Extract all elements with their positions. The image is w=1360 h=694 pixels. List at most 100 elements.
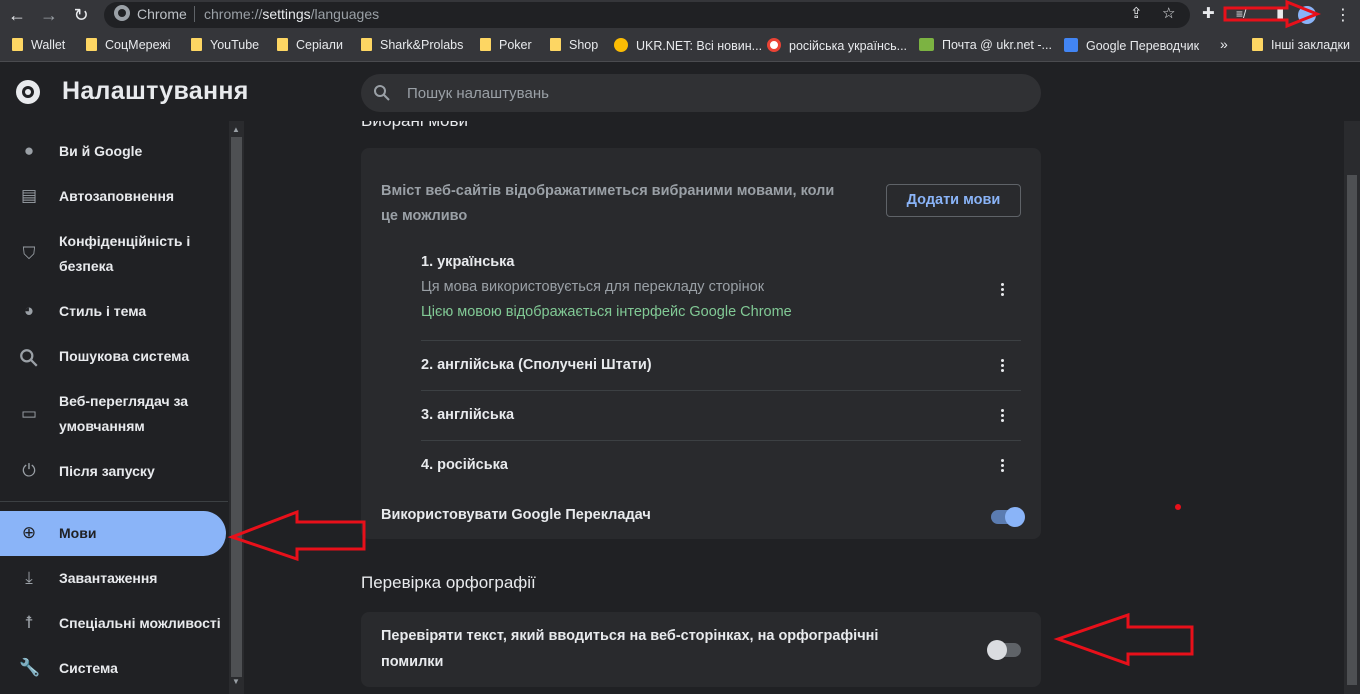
search-icon xyxy=(374,85,390,101)
url-host: settings xyxy=(262,6,311,22)
bookmark-other[interactable]: Інші закладки xyxy=(1252,38,1350,52)
sidebar-item-you-and-google[interactable]: ● Ви й Google xyxy=(0,129,226,174)
url-prefix: chrome:// xyxy=(204,6,263,22)
extensions-icon[interactable]: ✚ xyxy=(1202,4,1215,22)
palette-icon: ◕ xyxy=(23,301,35,320)
profile-avatar[interactable] xyxy=(1298,6,1316,24)
language-name: 1. українська xyxy=(421,254,515,270)
sidebar-item-default-browser[interactable]: ▭ Веб-переглядач за умовчанням xyxy=(0,379,226,449)
spellcheck-toggle[interactable] xyxy=(987,640,1021,660)
language-menu-icon[interactable] xyxy=(999,283,1005,299)
sidebar-item-downloads[interactable]: ⤓ Завантаження xyxy=(0,556,226,601)
sidebar-item-label: Ви й Google xyxy=(59,143,143,159)
sidebar-scrollbar[interactable]: ▲ ▼ xyxy=(229,121,244,694)
mail-icon xyxy=(919,38,934,51)
language-row-ukrainian: 1. українська Ця мова використовується д… xyxy=(421,241,1021,341)
browser-toolbar: ← → ↻ Chrome chrome://settings/languages… xyxy=(0,0,1360,30)
sidebar-item-search-engine[interactable]: Пошукова система xyxy=(0,334,226,379)
language-row-english: 3. англійська xyxy=(421,391,1021,441)
bookmark-serialy[interactable]: Серіали xyxy=(277,38,343,52)
bookmark-sharkprolabs[interactable]: Shark&Prolabs xyxy=(361,38,463,52)
forward-arrow-icon[interactable]: → xyxy=(37,3,61,27)
folder-icon xyxy=(86,38,97,51)
shield-icon: ⛉ xyxy=(22,244,36,263)
bookmark-label: YouTube xyxy=(210,38,260,52)
sidebar-item-label: Автозаповнення xyxy=(59,188,175,204)
sidebar-item-label: Конфіденційність і xyxy=(59,233,191,249)
language-ui-note: Цією мовою відображається інтерфейс Goog… xyxy=(421,304,792,320)
share-icon[interactable]: ⇪ xyxy=(1130,4,1143,22)
more-menu-icon[interactable]: ⋮ xyxy=(1335,5,1351,25)
bookmark-google-search[interactable]: російська українсь... xyxy=(767,38,907,53)
language-name: 3. англійська xyxy=(421,407,515,423)
sidebar-item-label: безпека xyxy=(59,258,114,274)
folder-icon xyxy=(1252,38,1263,51)
chrome-logo-icon xyxy=(16,80,40,104)
scroll-down-arrow-icon[interactable]: ▼ xyxy=(232,677,240,686)
spellcheck-text-line2: помилки xyxy=(381,654,444,670)
sidebar-item-on-startup[interactable]: ⏻ Після запуску xyxy=(0,449,226,494)
star-icon[interactable]: ☆ xyxy=(1162,4,1175,22)
search-placeholder: Пошук налаштувань xyxy=(407,85,549,102)
bookmark-ukrnet[interactable]: UKR.NET: Всі новин... xyxy=(614,38,762,53)
power-icon: ⏻ xyxy=(22,461,36,480)
bookmark-label: російська українсь... xyxy=(789,39,908,53)
settings-header: Налаштування Пошук налаштувань xyxy=(0,63,1360,121)
ukrnet-icon xyxy=(614,38,628,52)
main-scroll-thumb[interactable] xyxy=(1347,175,1357,685)
google-translate-toggle[interactable] xyxy=(991,507,1025,527)
sidebar-icon[interactable]: ▮ xyxy=(1276,4,1284,22)
url-path: /languages xyxy=(310,6,380,22)
site-chip: Chrome xyxy=(137,6,187,22)
scroll-up-arrow-icon[interactable]: ▲ xyxy=(232,125,240,134)
download-icon: ⤓ xyxy=(25,568,33,587)
folder-icon xyxy=(191,38,202,51)
bookmarks-overflow-button[interactable]: » xyxy=(1220,36,1228,52)
url-text[interactable]: chrome://settings/languages xyxy=(204,6,379,22)
sidebar-item-system[interactable]: 🔧 Система xyxy=(0,646,226,691)
bookmark-label: Shop xyxy=(569,38,599,52)
bookmark-poker[interactable]: Poker xyxy=(480,38,532,52)
language-menu-icon[interactable] xyxy=(999,459,1005,475)
back-arrow-icon[interactable]: ← xyxy=(5,3,29,27)
languages-description-line2: це можливо xyxy=(381,208,468,224)
settings-search[interactable]: Пошук налаштувань xyxy=(361,74,1041,112)
bookmark-google-translate[interactable]: Google Переводчик xyxy=(1064,38,1199,53)
settings-sidebar: ● Ви й Google ▤ Автозаповнення ⛉ Конфіде… xyxy=(0,121,244,694)
bookmark-label: Wallet xyxy=(31,38,66,52)
sidebar-divider xyxy=(0,501,228,502)
language-menu-icon[interactable] xyxy=(999,409,1005,425)
folder-icon xyxy=(361,38,372,51)
bookmark-ukrnet-mail[interactable]: Почта @ ukr.net -... xyxy=(919,38,1052,52)
bookmark-label: СоцМережі xyxy=(105,38,171,52)
sidebar-item-label: Стиль і тема xyxy=(59,303,147,319)
bookmark-shop[interactable]: Shop xyxy=(550,38,598,52)
sidebar-item-label: Мови xyxy=(59,525,97,541)
settings-main: Вибрані мови Вміст веб-сайтів відображат… xyxy=(244,121,1344,694)
accessibility-icon: ☨ xyxy=(24,613,34,632)
sidebar-item-autofill[interactable]: ▤ Автозаповнення xyxy=(0,174,226,219)
main-scrollbar[interactable] xyxy=(1344,121,1360,694)
bookmark-label: Інші закладки xyxy=(1271,38,1350,52)
reload-icon[interactable]: ↻ xyxy=(69,3,93,27)
sidebar-item-accessibility[interactable]: ☨ Спеціальні можливості xyxy=(0,601,226,646)
bookmark-socmerezhi[interactable]: СоцМережі xyxy=(86,38,171,52)
language-translate-note: Ця мова використовується для перекладу с… xyxy=(421,279,765,295)
wrench-icon: 🔧 xyxy=(19,658,41,677)
google-icon xyxy=(767,38,781,52)
media-icon[interactable]: ≡/ xyxy=(1236,7,1246,21)
bookmark-youtube[interactable]: YouTube xyxy=(191,38,259,52)
sidebar-item-label: Веб-переглядач за xyxy=(59,393,189,409)
folder-icon xyxy=(550,38,561,51)
sidebar-item-label: Система xyxy=(59,660,118,676)
sidebar-item-languages[interactable]: ⊕ Мови xyxy=(0,511,226,556)
bookmark-wallet[interactable]: Wallet xyxy=(12,38,65,52)
spellcheck-title: Перевірка орфографії xyxy=(361,573,536,592)
add-languages-button[interactable]: Додати мови xyxy=(886,184,1021,217)
sidebar-item-privacy[interactable]: ⛉ Конфіденційність і безпека xyxy=(0,219,226,289)
page-title: Налаштування xyxy=(62,77,249,105)
language-menu-icon[interactable] xyxy=(999,359,1005,375)
bookmark-label: Poker xyxy=(499,38,532,52)
sidebar-item-appearance[interactable]: ◕ Стиль і тема xyxy=(0,289,226,334)
sidebar-scroll-thumb[interactable] xyxy=(231,137,242,677)
